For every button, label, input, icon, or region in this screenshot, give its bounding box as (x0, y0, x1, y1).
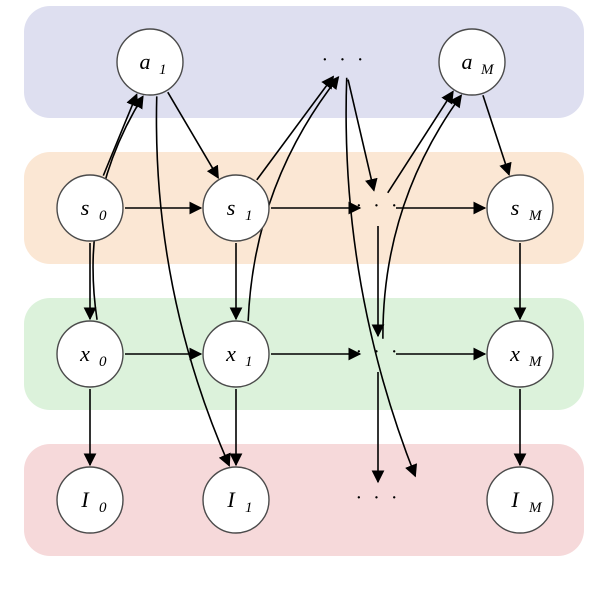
ellipsis-adots: · · · (322, 49, 367, 71)
diagram-container: a1· · ·aMs0s1· · ·sMx0x1· · ·xMI0I1· · ·… (0, 0, 610, 606)
node-label-xM: x (509, 341, 520, 366)
node-s1 (203, 175, 269, 241)
node-label-s1: s (227, 195, 236, 220)
ellipsis-xdots: · · · (356, 341, 401, 363)
node-label-s0: s (81, 195, 90, 220)
node-sub-I1: 1 (245, 500, 253, 516)
node-I0 (57, 467, 123, 533)
node-sub-x1: 1 (245, 354, 253, 370)
node-x0 (57, 321, 123, 387)
node-sub-a1: 1 (159, 62, 167, 78)
ellipsis-Idots: · · · (356, 487, 401, 509)
node-sub-sM: M (528, 208, 543, 224)
node-s0 (57, 175, 123, 241)
node-IM (487, 467, 553, 533)
node-sub-s1: 1 (245, 208, 253, 224)
node-label-aM: a (462, 49, 473, 74)
node-sub-x0: 0 (99, 354, 107, 370)
node-x1 (203, 321, 269, 387)
node-xM (487, 321, 553, 387)
node-sub-aM: M (480, 62, 495, 78)
node-label-x1: x (225, 341, 236, 366)
node-I1 (203, 467, 269, 533)
graphical-model-svg: a1· · ·aMs0s1· · ·sMx0x1· · ·xMI0I1· · ·… (0, 0, 610, 606)
node-sM (487, 175, 553, 241)
edge-adots-IM-proxy (346, 78, 415, 476)
node-label-sM: s (511, 195, 520, 220)
node-sub-xM: M (528, 354, 543, 370)
node-sub-IM: M (528, 500, 543, 516)
ellipsis-sdots: · · · (356, 195, 401, 217)
node-sub-I0: 0 (99, 500, 107, 516)
edge-a1-I1 (156, 96, 229, 465)
node-sub-s0: 0 (99, 208, 107, 224)
node-label-a1: a (140, 49, 151, 74)
node-label-x0: x (79, 341, 90, 366)
